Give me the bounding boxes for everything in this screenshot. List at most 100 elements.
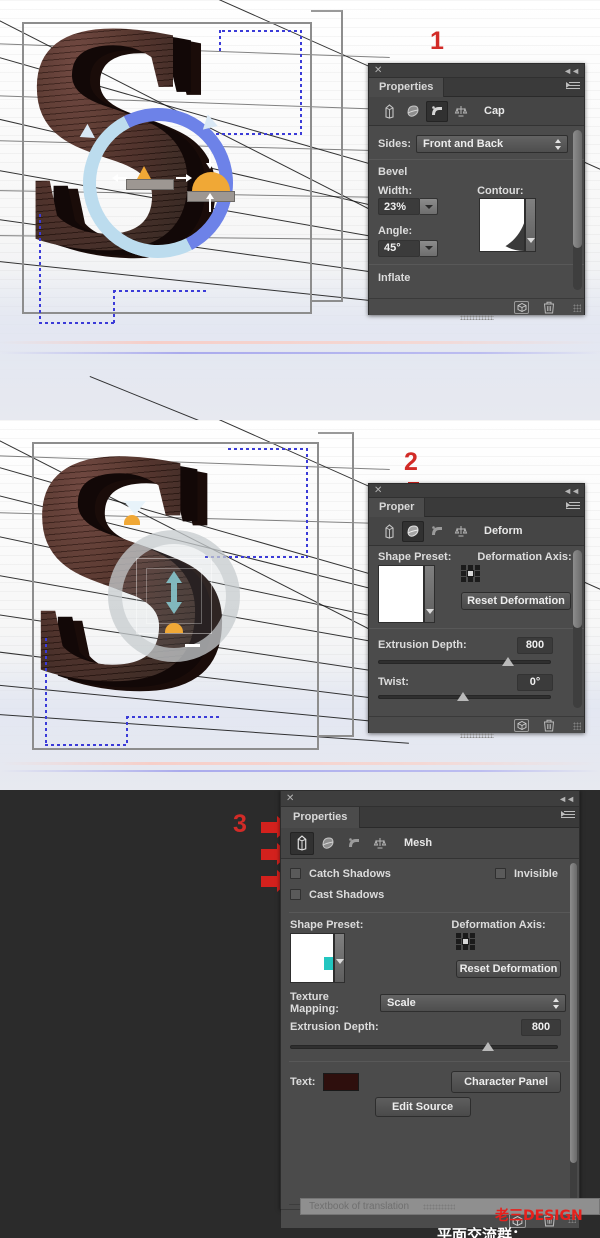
delete-icon[interactable] (543, 719, 555, 735)
rotate-arrow-right-icon[interactable] (202, 114, 221, 134)
panel-topbar: ✕ ◄◄ (369, 64, 584, 78)
deformation-axis-label: Deformation Axis: (451, 919, 546, 931)
scene-icon[interactable] (450, 521, 472, 542)
panel-bottom-grip[interactable] (459, 315, 494, 320)
cap-icon[interactable] (342, 832, 366, 855)
close-icon[interactable]: ✕ (286, 793, 294, 805)
extrusion-depth-slider[interactable] (378, 657, 551, 667)
texture-mapping-select[interactable]: Scale (380, 994, 566, 1012)
deformation-axis-icon[interactable] (461, 565, 481, 583)
resize-grip[interactable] (573, 722, 581, 730)
watermark-brand: 老三DESIGN (495, 1208, 583, 1224)
tab-properties[interactable]: Proper (369, 498, 426, 517)
edit-source-button[interactable]: Edit Source (374, 1097, 471, 1117)
scene-icon[interactable] (368, 832, 392, 855)
catch-shadows-label: Catch Shadows (309, 867, 391, 880)
reset-deformation-button[interactable]: Reset Deformation (461, 592, 571, 610)
angle-stepper[interactable]: 45° (378, 239, 438, 257)
shape-preset-picker[interactable] (290, 933, 345, 983)
catch-shadows-checkbox[interactable] (290, 868, 301, 879)
cap-icon[interactable] (426, 100, 448, 122)
cap-icon[interactable] (426, 521, 448, 542)
panel-body: Shape Preset: Deformation Axis: Reset De… (369, 546, 584, 716)
panel-scrollbar[interactable] (573, 550, 582, 708)
panel-menu-icon[interactable] (566, 82, 580, 93)
canvas-section-3: 3 ✕ ◄◄ Properties Mesh Catch Shadows Inv… (0, 790, 600, 1238)
close-icon[interactable]: ✕ (374, 65, 382, 77)
catch-shadows-row[interactable]: Catch Shadows (290, 868, 391, 880)
panel-scrollbar[interactable] (573, 130, 582, 290)
angle-dropdown-icon[interactable] (420, 239, 438, 257)
mesh-icon[interactable] (378, 101, 400, 122)
move-top-handle-icon[interactable] (124, 501, 146, 515)
panel-bottom-grip[interactable] (459, 733, 494, 738)
deform-icon[interactable] (402, 101, 424, 122)
shape-preset-picker[interactable] (378, 565, 435, 623)
mesh-icon[interactable] (290, 831, 314, 855)
tab-properties[interactable]: Properties (281, 807, 361, 828)
extrusion-depth-value[interactable]: 800 (521, 1018, 561, 1036)
new-3d-object-icon[interactable] (514, 301, 529, 314)
reset-deformation-button[interactable]: Reset Deformation (456, 960, 561, 978)
cast-shadows-checkbox[interactable] (290, 889, 301, 900)
shape-preset-scroll[interactable] (334, 933, 345, 983)
collapse-icon[interactable]: ◄◄ (563, 485, 580, 497)
bevel-angle-arrow-down-icon (206, 163, 214, 169)
close-icon[interactable]: ✕ (374, 485, 382, 497)
bevel-width-arrow-left-icon (112, 174, 118, 182)
cast-shadows-row[interactable]: Cast Shadows (290, 889, 384, 901)
width-value[interactable]: 23% (378, 198, 420, 215)
move-vertical-arrow-icon[interactable] (164, 570, 184, 620)
scene-icon[interactable] (450, 101, 472, 122)
panel-mode-iconbar: Mesh (281, 828, 579, 859)
deform-icon[interactable] (316, 832, 340, 855)
shape-preset-label: Shape Preset: (378, 550, 452, 563)
panel-mode-iconbar: Cap (369, 97, 584, 126)
angle-label: Angle: (378, 225, 413, 237)
deformation-axis-icon[interactable] (456, 933, 476, 951)
character-panel-button[interactable]: Character Panel (451, 1070, 561, 1093)
invisible-checkbox[interactable] (494, 868, 506, 879)
panel-menu-icon[interactable] (566, 502, 580, 513)
properties-panel-cap[interactable]: ✕ ◄◄ Properties Cap Sides: Front and Bac… (368, 63, 585, 320)
panel-scrollbar[interactable] (570, 863, 577, 1203)
width-dropdown-icon[interactable] (420, 198, 438, 215)
move-widget-amber-handle-top[interactable] (124, 515, 140, 525)
chevron-updown-icon[interactable] (553, 998, 560, 1010)
deform-icon[interactable] (402, 520, 424, 542)
tab-properties[interactable]: Properties (369, 78, 445, 97)
width-stepper[interactable]: 23% (378, 198, 438, 215)
twist-slider[interactable] (378, 692, 551, 702)
shape-preset-swatch[interactable] (290, 933, 334, 983)
extrusion-depth-slider[interactable] (290, 1042, 558, 1052)
panel-tabbar: Proper (369, 498, 584, 517)
shape-preset-scroll[interactable] (424, 565, 435, 623)
properties-panel-deform[interactable]: ✕ ◄◄ Proper Deform Shape Preset: Deforma… (368, 483, 585, 738)
text-color-swatch[interactable] (323, 1072, 360, 1091)
contour-preview[interactable] (479, 198, 536, 252)
collapse-icon[interactable]: ◄◄ (558, 793, 575, 805)
collapse-icon[interactable]: ◄◄ (563, 65, 580, 77)
properties-panel-mesh[interactable]: ✕ ◄◄ Properties Mesh Catch Shadows Invis… (280, 790, 580, 1228)
shape-preset-swatch[interactable] (378, 565, 424, 623)
invisible-row[interactable]: Invisible (494, 868, 558, 880)
panel-tabbar: Properties (281, 807, 579, 828)
mesh-icon[interactable] (378, 521, 400, 542)
angle-value[interactable]: 45° (378, 239, 420, 257)
annotation-number-3: 3 (233, 810, 247, 838)
delete-icon[interactable] (543, 301, 555, 317)
sides-select[interactable]: Front and Back (416, 135, 568, 153)
new-3d-object-icon[interactable] (514, 719, 529, 732)
bevel-width-widget[interactable] (126, 166, 174, 190)
contour-scroll[interactable] (525, 198, 536, 252)
panel-menu-icon[interactable] (561, 811, 575, 822)
move-widget-tick (185, 644, 200, 647)
chevron-updown-icon[interactable] (555, 139, 562, 151)
horizon-blue-line (0, 770, 600, 772)
panel-tabbar: Properties (369, 78, 584, 97)
extrusion-depth-value[interactable]: 800 (517, 636, 553, 654)
3d-move-widget[interactable] (108, 530, 240, 662)
resize-grip[interactable] (573, 304, 581, 312)
twist-value[interactable]: 0° (517, 673, 553, 691)
deformation-axis-label: Deformation Axis: (477, 550, 572, 563)
